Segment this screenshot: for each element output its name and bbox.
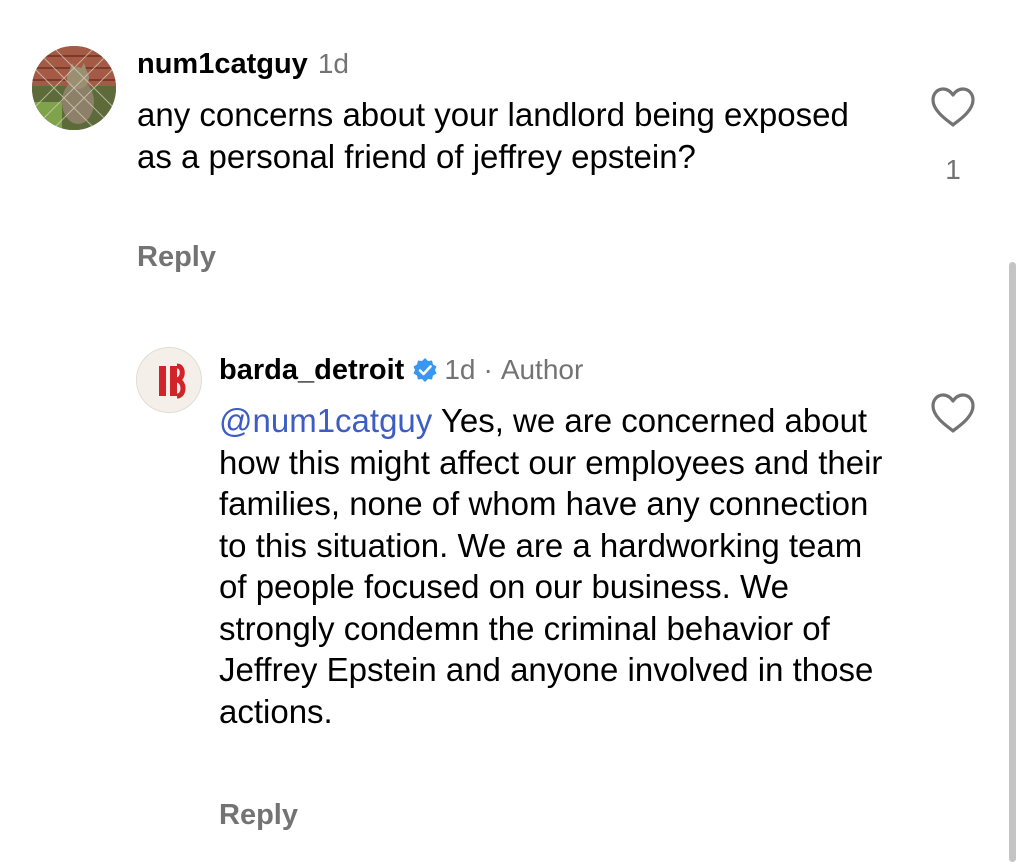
scrollbar[interactable] <box>1009 262 1016 862</box>
verified-badge-icon <box>413 358 437 382</box>
mention-link[interactable]: @num1catguy <box>219 402 432 439</box>
timestamp: 1d <box>444 354 476 385</box>
barda-logo-avatar-icon[interactable] <box>136 347 202 413</box>
reply-button[interactable]: Reply <box>219 798 298 832</box>
comment-body: Yes, we are concerned about how this mig… <box>219 402 883 730</box>
comment-header: barda_detroit 1d · Author <box>219 353 583 387</box>
comment-barda-detroit: barda_detroit 1d · Author @num1catguy Ye… <box>0 0 1024 852</box>
heart-icon[interactable] <box>930 392 976 434</box>
meta-separator: · <box>483 354 493 385</box>
comment-text: @num1catguy Yes, we are concerned about … <box>219 400 884 732</box>
author-label: Author <box>500 354 584 385</box>
username[interactable]: barda_detroit <box>219 353 404 387</box>
